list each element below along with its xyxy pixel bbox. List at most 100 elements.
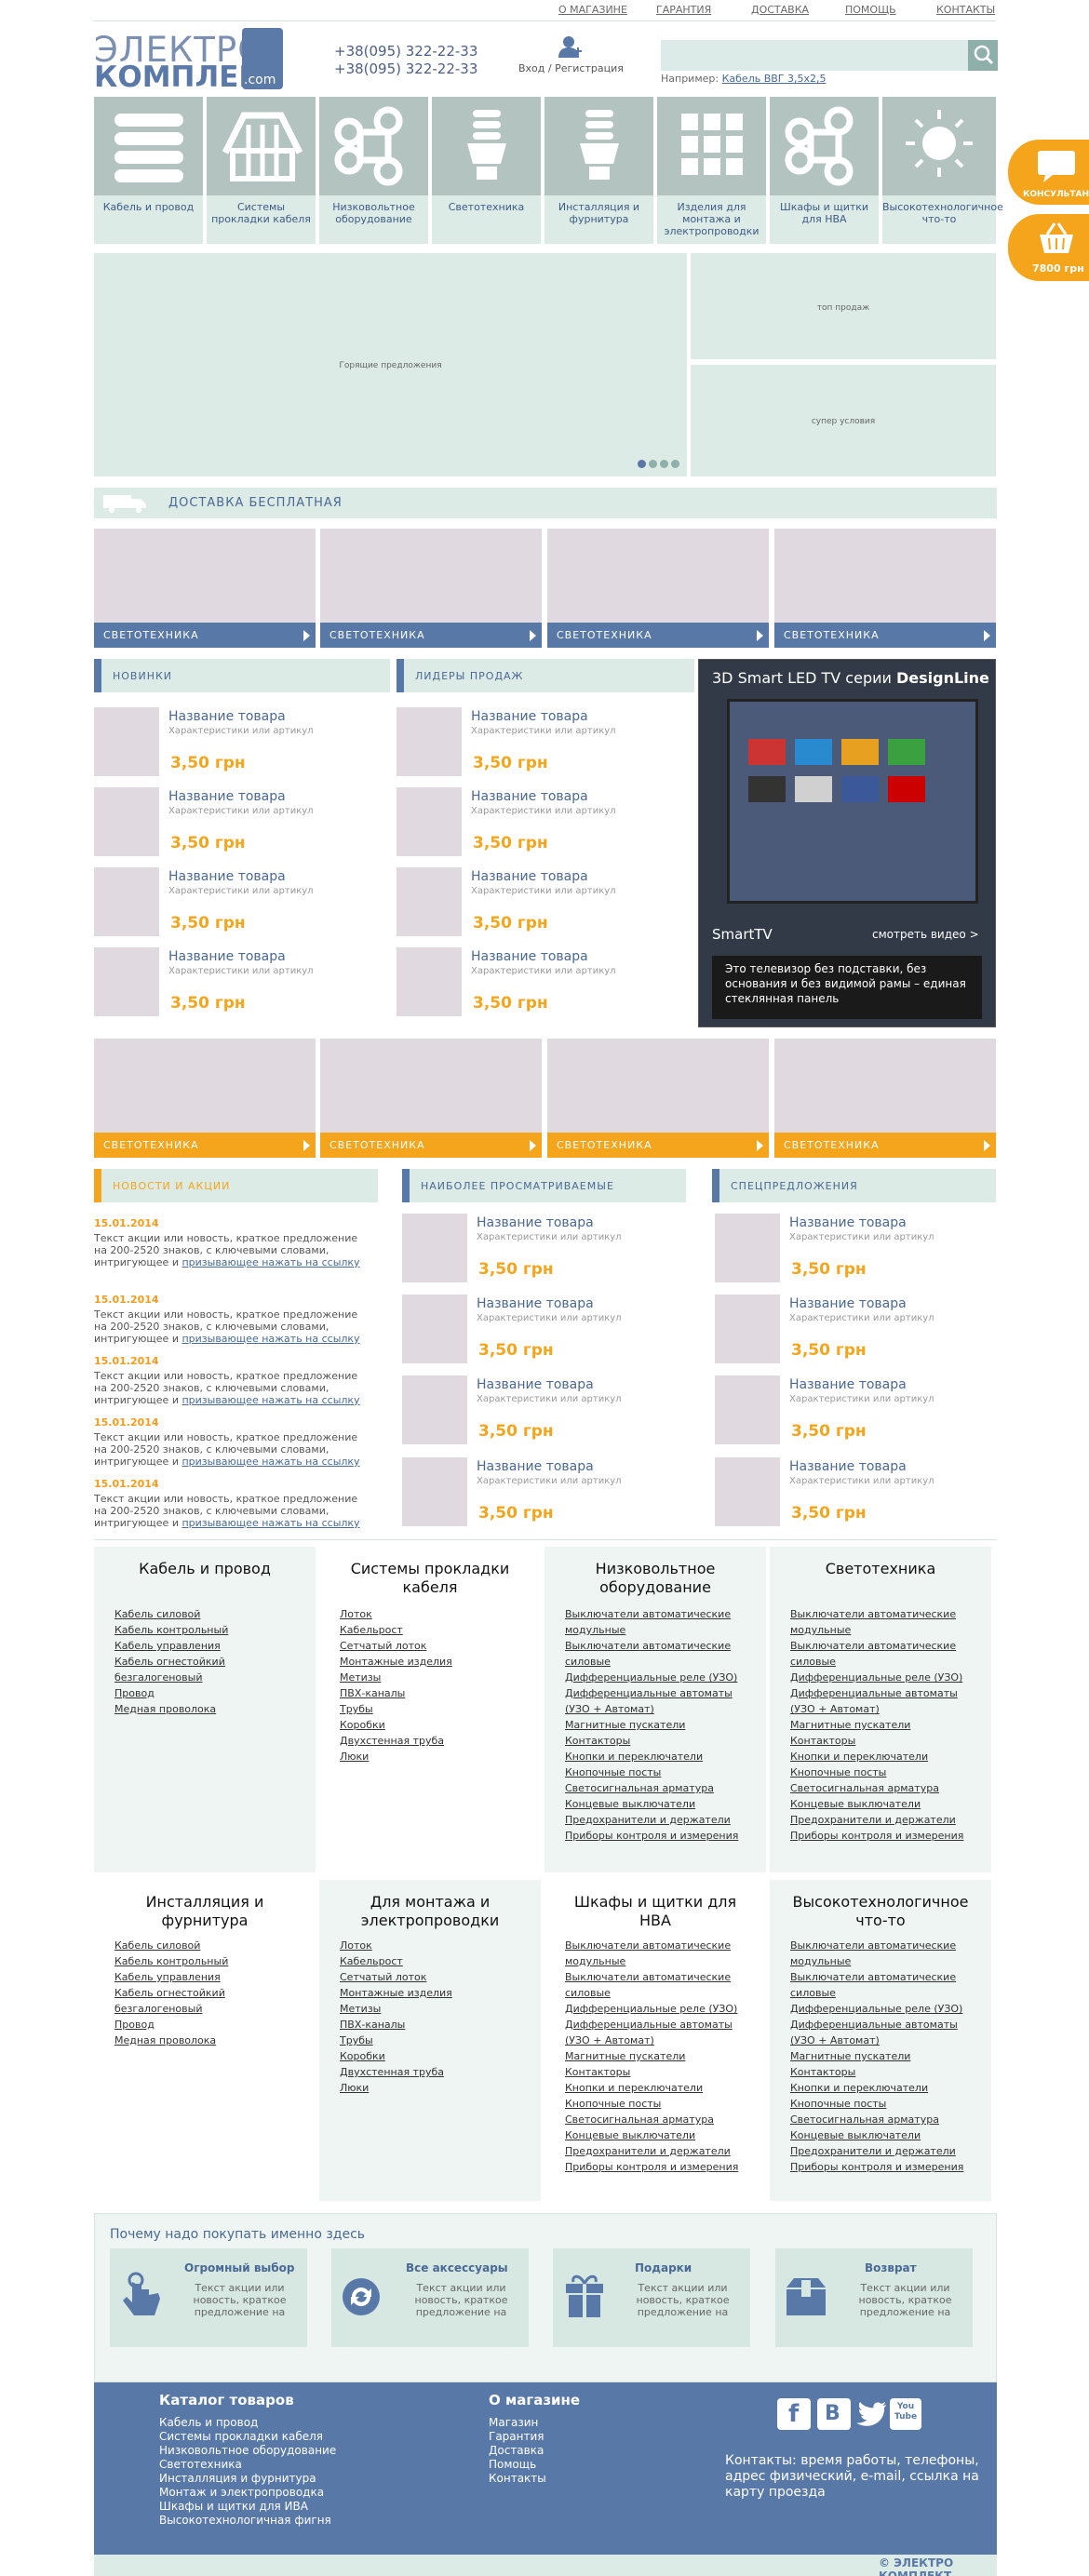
promo-tile[interactable]: СВЕТОТЕХНИКА [547, 1039, 769, 1158]
topnav-warranty[interactable]: ГАРАНТИЯ [656, 4, 711, 16]
directory-link[interactable]: Светосигнальная арматура [790, 2112, 976, 2127]
directory-link[interactable]: Монтажные изделия [340, 1985, 526, 2001]
why-box-gifts[interactable]: Подарки Текст акции или новость, краткое… [553, 2248, 750, 2347]
directory-link[interactable]: Кабель управления [114, 1638, 301, 1654]
section-special[interactable]: СПЕЦПРЕДЛОЖЕНИЯ [712, 1169, 996, 1202]
directory-link[interactable]: Контакторы [790, 2064, 976, 2080]
footer-catalog-link[interactable]: Инсталляция и фурнитура [159, 2472, 336, 2486]
directory-link[interactable]: Лоток [340, 1938, 526, 1953]
directory-link[interactable]: Выключатели автоматические силовые [790, 1638, 976, 1670]
product-name[interactable]: Название товара [168, 869, 286, 884]
banner-top-sales[interactable]: топ продаж [691, 253, 996, 359]
product-image[interactable] [94, 947, 159, 1016]
category-hightech[interactable]: Высокотехнологичное что-то [882, 97, 1003, 244]
directory-link[interactable]: Выключатели автоматические модульные [790, 1938, 976, 1969]
directory-link[interactable]: Магнитные пускатели [565, 2048, 751, 2064]
directory-link[interactable]: Трубы [340, 2033, 526, 2048]
directory-link[interactable]: ПВХ-каналы [340, 2017, 526, 2033]
directory-link[interactable]: Светосигнальная арматура [565, 1780, 751, 1796]
product-name[interactable]: Название товара [477, 1296, 594, 1311]
directory-link[interactable]: Кнопки и переключатели [790, 1749, 976, 1764]
product-image[interactable] [402, 1214, 467, 1282]
directory-title[interactable]: Для монтажа и электропроводки [319, 1893, 541, 1930]
category-lighting[interactable]: Светотехника [432, 97, 541, 244]
directory-link[interactable]: Медная проволока [114, 1701, 301, 1717]
topnav-about[interactable]: О МАГАЗИНЕ [558, 4, 627, 16]
user-icon[interactable] [558, 35, 583, 60]
slider-dot-3[interactable] [660, 460, 668, 468]
news-link[interactable]: призывающее нажать на ссылку [182, 1333, 359, 1345]
category-low-voltage[interactable]: Низковольтное оборудование [319, 97, 428, 244]
directory-link[interactable]: Кабель контрольный [114, 1953, 301, 1969]
footer-catalog-link[interactable]: Низковольтное оборудование [159, 2444, 336, 2458]
directory-link[interactable]: Сетчатый лоток [340, 1638, 526, 1654]
product-image[interactable] [397, 787, 462, 856]
section-leaders[interactable]: ЛИДЕРЫ ПРОДАЖ [397, 659, 694, 692]
product-image[interactable] [397, 947, 462, 1016]
directory-title[interactable]: Системы прокладки кабеля [319, 1560, 541, 1597]
footer-catalog-link[interactable]: Шкафы и щитки для ИВА [159, 2500, 336, 2514]
product-image[interactable] [94, 707, 159, 776]
directory-title[interactable]: Низковольтное оборудование [544, 1560, 766, 1597]
directory-link[interactable]: Контакторы [565, 1733, 751, 1749]
product-image[interactable] [94, 867, 159, 936]
promo-tile[interactable]: СВЕТОТЕХНИКА [94, 529, 316, 648]
directory-link[interactable]: Кабель огнестойкий безгалогеновый [114, 1985, 301, 2017]
directory-title[interactable]: Инсталляция и фурнитура [94, 1893, 316, 1930]
directory-link[interactable]: Выключатели автоматические модульные [565, 1938, 751, 1969]
slider-dot-4[interactable] [671, 460, 679, 468]
directory-link[interactable]: Дифференциальные автоматы (УЗО + Автомат… [565, 2017, 751, 2048]
product-name[interactable]: Название товара [471, 949, 588, 964]
promo-tile[interactable]: СВЕТОТЕХНИКА [320, 529, 542, 648]
directory-title[interactable]: Высокотехнологичное что-то [770, 1893, 991, 1930]
directory-link[interactable]: Предохранители и держатели [565, 1812, 751, 1828]
slider-dot-1[interactable] [638, 460, 646, 468]
product-image[interactable] [715, 1375, 780, 1444]
directory-link[interactable]: Кнопочные посты [565, 1764, 751, 1780]
category-mounting[interactable]: Изделия для монтажа и электропроводки [657, 97, 766, 244]
product-name[interactable]: Название товара [168, 949, 286, 964]
directory-link[interactable]: ПВХ-каналы [340, 1685, 526, 1701]
directory-link[interactable]: Лоток [340, 1606, 526, 1622]
section-viewed[interactable]: НАИБОЛЕЕ ПРОСМАТРИВАЕМЫЕ [402, 1169, 686, 1202]
category-cabinets[interactable]: Шкафы и щитки для НВА [770, 97, 879, 244]
directory-link[interactable]: Дифференциальные реле (УЗО) [790, 2001, 976, 2017]
cart-button[interactable]: 7800 грн [1008, 214, 1089, 281]
directory-link[interactable]: Выключатели автоматические силовые [565, 1969, 751, 2001]
directory-link[interactable]: Кабель силовой [114, 1938, 301, 1953]
directory-link[interactable]: Дифференциальные реле (УЗО) [790, 1670, 976, 1685]
banner-super[interactable]: супер условия [691, 365, 996, 476]
section-news[interactable]: НОВОСТИ И АКЦИИ [94, 1169, 378, 1202]
directory-link[interactable]: Трубы [340, 1701, 526, 1717]
directory-link[interactable]: Метизы [340, 1670, 526, 1685]
directory-link[interactable]: Люки [340, 1749, 526, 1764]
promo-tile[interactable]: СВЕТОТЕХНИКА [774, 529, 996, 648]
footer-about-link[interactable]: Помощь [489, 2458, 546, 2472]
product-name[interactable]: Название товара [477, 1377, 594, 1392]
category-cable-systems[interactable]: Системы прокладки кабеля [207, 97, 316, 244]
product-name[interactable]: Название товара [168, 789, 286, 804]
directory-link[interactable]: Кнопки и переключатели [790, 2080, 976, 2096]
section-new[interactable]: НОВИНКИ [94, 659, 390, 692]
directory-link[interactable]: Светосигнальная арматура [790, 1780, 976, 1796]
directory-link[interactable]: Дифференциальные автоматы (УЗО + Автомат… [565, 1685, 751, 1717]
directory-link[interactable]: Выключатели автоматические модульные [790, 1606, 976, 1638]
twitter-icon[interactable]: t [854, 2398, 888, 2430]
product-image[interactable] [402, 1457, 467, 1526]
directory-link[interactable]: Приборы контроля и измерения [565, 1828, 751, 1844]
delivery-banner[interactable]: ДОСТАВКА БЕСПЛАТНАЯ [94, 488, 997, 518]
why-box-choice[interactable]: Огромный выбор Текст акции или новость, … [110, 2248, 307, 2347]
directory-link[interactable]: Магнитные пускатели [565, 1717, 751, 1733]
directory-link[interactable]: Монтажные изделия [340, 1654, 526, 1670]
footer-catalog-link[interactable]: Монтаж и электропроводка [159, 2486, 336, 2500]
news-link[interactable]: призывающее нажать на ссылку [182, 1517, 359, 1529]
promo-tile[interactable]: СВЕТОТЕХНИКА [774, 1039, 996, 1158]
tv-video-link[interactable]: смотреть видео > [872, 928, 979, 941]
directory-link[interactable]: Выключатели автоматические силовые [565, 1638, 751, 1670]
product-name[interactable]: Название товара [471, 709, 588, 724]
directory-link[interactable]: Сетчатый лоток [340, 1969, 526, 1985]
directory-link[interactable]: Приборы контроля и измерения [790, 1828, 976, 1844]
directory-link[interactable]: Приборы контроля и измерения [565, 2159, 751, 2175]
directory-title[interactable]: Светотехника [770, 1560, 991, 1578]
directory-link[interactable]: Концевые выключатели [565, 1796, 751, 1812]
